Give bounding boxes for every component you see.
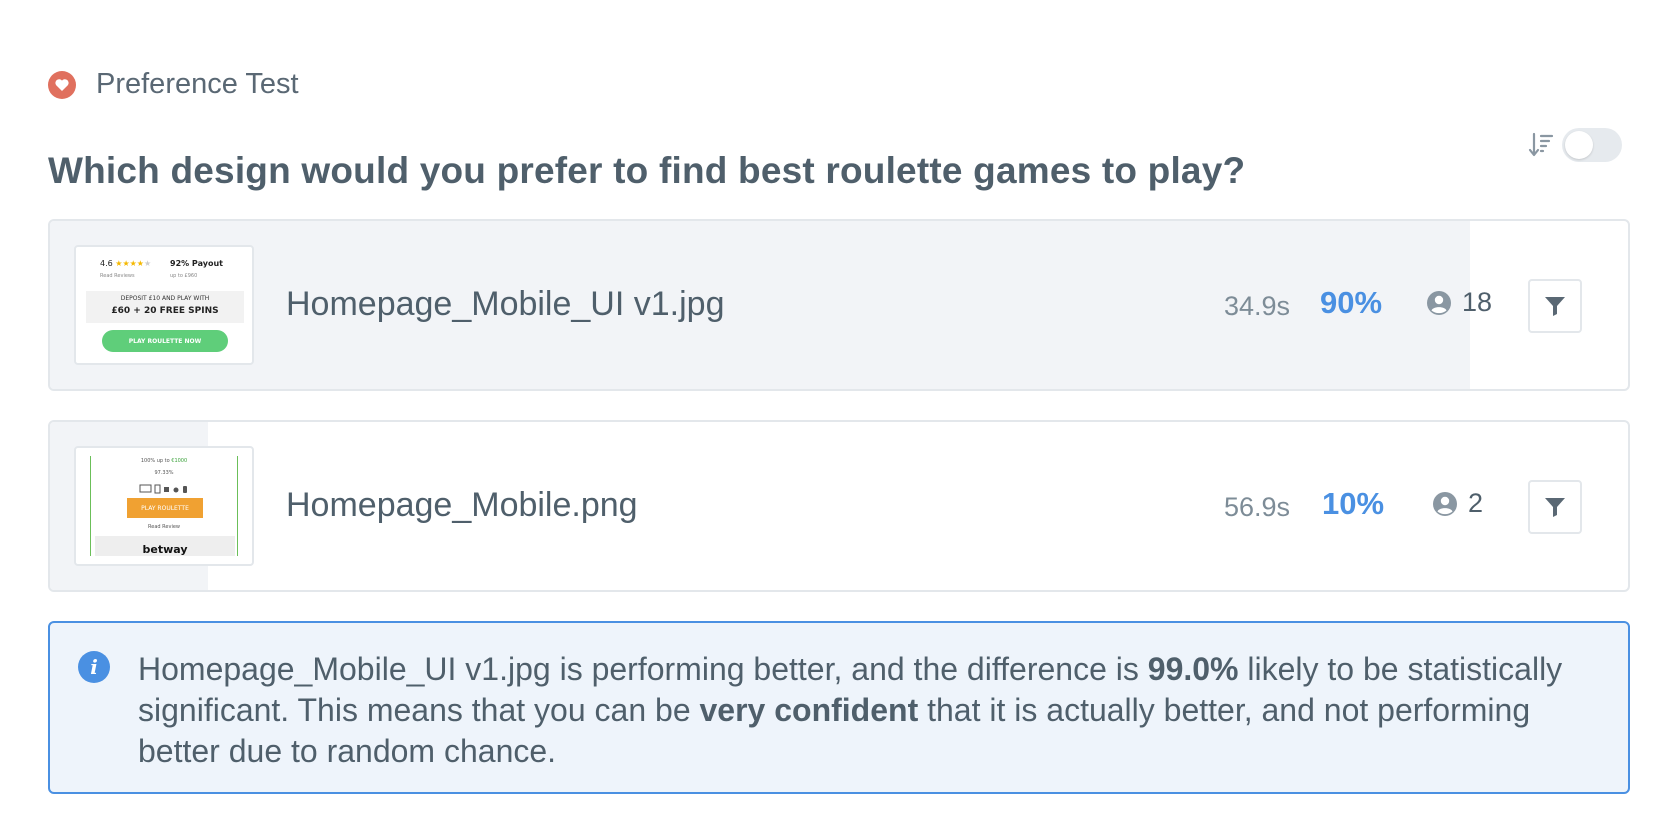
respondent-count: 18 <box>1426 287 1492 318</box>
sort-icon[interactable] <box>1528 131 1554 159</box>
sort-toggle-switch[interactable] <box>1562 128 1622 162</box>
thumb-offer: £60 + 20 FREE SPINS <box>111 306 219 316</box>
file-name: Homepage_Mobile.png <box>286 486 638 524</box>
filter-button[interactable] <box>1528 480 1582 534</box>
respondent-count: 2 <box>1432 488 1483 519</box>
avg-time: 56.9s <box>1224 492 1291 522</box>
preference-percent: 10% <box>1322 486 1385 521</box>
thumb-deposit: DEPOSIT £10 AND PLAY WITH <box>120 295 210 302</box>
user-icon <box>1427 290 1451 315</box>
filter-icon <box>1545 297 1565 316</box>
confidence-strength: very confident <box>699 692 919 728</box>
test-header: Preference Test <box>48 68 299 101</box>
toggle-knob <box>1565 131 1593 159</box>
thumb-reviews: Read Review <box>148 524 180 530</box>
thumb-cta: PLAY ROULETTE <box>127 498 203 518</box>
filter-button[interactable] <box>1528 279 1582 333</box>
thumb-frame: 100% up to €1000 97.33% PLAY ROULETTE Re… <box>90 456 238 556</box>
preference-percent: 90% <box>1320 285 1383 320</box>
thumb-cta: PLAY ROULETTE NOW <box>102 330 228 352</box>
significance-callout: i Homepage_Mobile_UI v1.jpg is performin… <box>48 621 1630 794</box>
filter-icon <box>1545 498 1565 517</box>
thumb-rating: 4.6 ★★★★★ <box>100 259 152 268</box>
thumb-brand-band: betway <box>95 536 235 556</box>
thumb-payout-sub: up to £960 <box>170 273 198 279</box>
thumb-payout: 97.33% <box>154 470 174 476</box>
result-row: 4.6 ★★★★★ Read Reviews 92% Payout up to … <box>48 219 1630 391</box>
respondent-count-value: 2 <box>1468 488 1484 518</box>
test-type-label: Preference Test <box>96 68 299 100</box>
avg-time: 34.9s <box>1224 291 1291 321</box>
question-title: Which design would you prefer to find be… <box>48 150 1246 191</box>
confidence-value: 99.0% <box>1147 651 1239 687</box>
sort-toggle-group <box>1528 128 1622 162</box>
result-row: 100% up to €1000 97.33% PLAY ROULETTE Re… <box>48 420 1630 592</box>
file-name: Homepage_Mobile_UI v1.jpg <box>286 285 725 323</box>
respondent-count-value: 18 <box>1462 287 1493 317</box>
thumb-brand: betway <box>142 543 188 556</box>
thumb-bonus: 100% up to €1000 <box>140 458 188 464</box>
design-thumbnail[interactable]: 100% up to €1000 97.33% PLAY ROULETTE Re… <box>74 446 254 566</box>
thumb-offer-band: DEPOSIT £10 AND PLAY WITH £60 + 20 FREE … <box>86 291 244 323</box>
info-icon: i <box>78 651 110 683</box>
heart-icon <box>48 70 76 99</box>
significance-text: Homepage_Mobile_UI v1.jpg is performing … <box>138 651 1563 769</box>
thumb-payout: 92% Payout <box>170 259 223 268</box>
thumb-rating-sub: Read Reviews <box>100 273 135 279</box>
devices-icon <box>139 484 187 494</box>
user-icon <box>1433 491 1457 516</box>
design-thumbnail[interactable]: 4.6 ★★★★★ Read Reviews 92% Payout up to … <box>74 245 254 365</box>
